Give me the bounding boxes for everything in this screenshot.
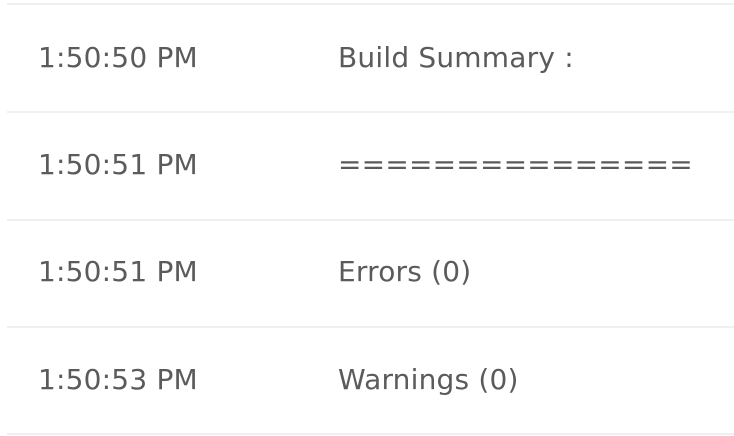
build-log-table: 1:50:50 PM Build Summary : 1:50:51 PM ==… <box>0 0 734 436</box>
log-message: =============== <box>338 148 693 181</box>
log-timestamp: 1:50:50 PM <box>38 41 198 74</box>
log-timestamp: 1:50:53 PM <box>38 363 198 396</box>
log-message: Warnings (0) <box>338 363 519 396</box>
log-timestamp: 1:50:51 PM <box>38 148 198 181</box>
row-divider <box>7 433 734 435</box>
log-timestamp: 1:50:51 PM <box>38 255 198 288</box>
log-row: 1:50:51 PM =============== <box>0 112 734 218</box>
log-row: 1:50:53 PM Warnings (0) <box>0 327 734 433</box>
log-message: Errors (0) <box>338 255 472 288</box>
log-row: 1:50:51 PM Errors (0) <box>0 219 734 325</box>
log-row: 1:50:50 PM Build Summary : <box>0 5 734 111</box>
log-message: Build Summary : <box>338 41 574 74</box>
